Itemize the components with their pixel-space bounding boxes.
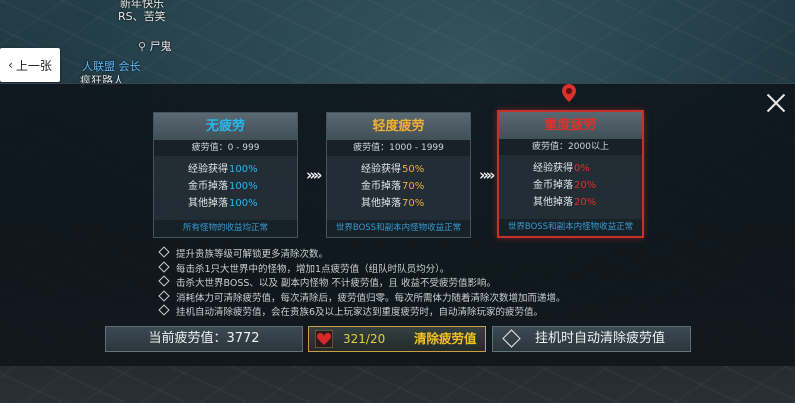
card-fatigue-range: 疲劳值：2000以上 — [499, 139, 642, 155]
fatigue-card-heavy: 重度疲劳 疲劳值：2000以上 经验获得 0% 金币掉落 20% 其他掉落 20% 世… — [497, 110, 644, 238]
stat-row-exp: 经验获得 50% — [327, 161, 470, 178]
card-title: 无疲劳 — [154, 113, 297, 140]
card-footer: 世界BOSS和副本内怪物收益正常 — [499, 219, 642, 236]
stat-row-other: 其他掉落 100% — [154, 195, 297, 212]
stat-value: 100% — [229, 181, 258, 192]
stat-row-gold: 金币掉落 20% — [499, 177, 642, 194]
stat-label: 金币掉落 — [533, 180, 573, 191]
tip-text: 消耗体力可清除疲劳值，每次清除后，疲劳值归零。每次所需体力随着清除次数增加而递增… — [176, 292, 566, 304]
heart-icon — [315, 330, 333, 348]
stat-label: 其他掉落 — [533, 197, 573, 208]
double-chevron-icon: »» — [479, 166, 495, 184]
tip-text: 击杀大世界BOSS、以及 副本内怪物 不计疲劳值，且 收益不受疲劳值影响。 — [176, 278, 496, 289]
stat-label: 金币掉落 — [361, 181, 401, 192]
tip-item: 击杀大世界BOSS、以及 副本内怪物 不计疲劳值，且 收益不受疲劳值影响。 — [158, 275, 566, 292]
stat-label: 其他掉落 — [188, 198, 228, 209]
stat-value: 20% — [574, 197, 597, 208]
rs-label: RS、苦笑 — [118, 10, 166, 23]
stat-value: 70% — [402, 198, 425, 209]
stat-row-exp: 经验获得 100% — [154, 161, 297, 178]
tip-text: 每击杀1只大世界中的怪物，增加1点疲劳值（组队时队员均分）。 — [176, 263, 450, 275]
diamond-checkbox-icon[interactable] — [502, 329, 521, 348]
tip-item: 消耗体力可清除疲劳值，每次清除后，疲劳值归零。每次所需体力随着清除次数增加而递增… — [158, 289, 566, 307]
stat-label: 经验获得 — [361, 164, 401, 175]
diamond-bullet-icon — [158, 289, 170, 302]
auto-clear-toggle[interactable]: 挂机时自动清除疲劳值 — [492, 326, 691, 352]
back-button[interactable]: ‹ 上一张 — [0, 48, 60, 82]
stat-row-exp: 经验获得 0% — [499, 160, 642, 177]
npc-icon: ⚲ — [138, 40, 147, 53]
tip-item: 提升贵族等级可解锁更多清除次数。 — [158, 246, 566, 263]
stat-label: 经验获得 — [533, 163, 573, 174]
double-chevron-icon: »» — [306, 166, 322, 184]
stat-row-gold: 金币掉落 100% — [154, 178, 297, 195]
diamond-bullet-icon — [158, 304, 170, 316]
card-title: 重度疲劳 — [499, 112, 642, 139]
card-fatigue-range: 疲劳值：0 - 999 — [154, 140, 297, 156]
back-button-label: 上一张 — [15, 58, 52, 73]
stat-label: 其他掉落 — [361, 198, 401, 209]
tip-item: 挂机自动清除疲劳值，会在贵族6及以上玩家达到重度疲劳时，自动清除玩家的疲劳值。 — [158, 304, 566, 321]
tip-text: 挂机自动清除疲劳值，会在贵族6及以上玩家达到重度疲劳时，自动清除玩家的疲劳值。 — [176, 307, 544, 318]
current-fatigue-display: 当前疲劳值：3772 — [105, 326, 303, 352]
stat-value: 100% — [229, 198, 258, 209]
card-footer: 所有怪物的收益均正常 — [154, 220, 297, 237]
fatigue-card-light: 轻度疲劳 疲劳值：1000 - 1999 经验获得 50% 金币掉落 70% 其他掉… — [326, 112, 471, 238]
auto-clear-label: 挂机时自动清除疲劳值 — [535, 331, 666, 346]
tip-item: 每击杀1只大世界中的怪物，增加1点疲劳值（组队时队员均分）。 — [158, 260, 566, 278]
diamond-bullet-icon — [158, 246, 170, 258]
diamond-bullet-icon — [158, 260, 170, 273]
card-title: 轻度疲劳 — [327, 113, 470, 140]
npc-name: ⚲ 尸鬼 — [138, 38, 172, 54]
fatigue-panel: 无疲劳 疲劳值：0 - 999 经验获得 100% 金币掉落 100% 其他掉落 10… — [0, 83, 795, 366]
npc-name-text: 尸鬼 — [149, 40, 172, 53]
stat-value: 70% — [402, 181, 425, 192]
stat-value: 50% — [402, 164, 425, 175]
diamond-bullet-icon — [158, 275, 170, 287]
stat-value: 20% — [574, 180, 597, 191]
card-fatigue-range: 疲劳值：1000 - 1999 — [327, 140, 470, 156]
stat-label: 金币掉落 — [188, 181, 228, 192]
clear-fatigue-button[interactable]: 清除疲劳值 — [411, 329, 480, 349]
fatigue-card-none: 无疲劳 疲劳值：0 - 999 经验获得 100% 金币掉落 100% 其他掉落 10… — [153, 112, 298, 238]
stamina-clear-panel: 321/20 清除疲劳值 — [308, 326, 486, 352]
stat-label: 经验获得 — [188, 164, 228, 175]
stat-row-gold: 金币掉落 70% — [327, 178, 470, 195]
card-footer: 世界BOSS和副本内怪物收益正常 — [327, 220, 470, 237]
stat-row-other: 其他掉落 70% — [327, 195, 470, 212]
chevron-left-icon: ‹ — [8, 58, 13, 72]
stat-value: 100% — [229, 164, 258, 175]
stat-row-other: 其他掉落 20% — [499, 194, 642, 211]
location-pin-icon — [562, 84, 576, 102]
close-icon[interactable] — [765, 92, 787, 114]
tips-list: 提升贵族等级可解锁更多清除次数。 每击杀1只大世界中的怪物，增加1点疲劳值（组队… — [158, 246, 566, 321]
tip-text: 提升贵族等级可解锁更多清除次数。 — [176, 249, 329, 260]
stat-value: 0% — [574, 163, 590, 174]
stamina-value: 321/20 — [343, 332, 386, 346]
